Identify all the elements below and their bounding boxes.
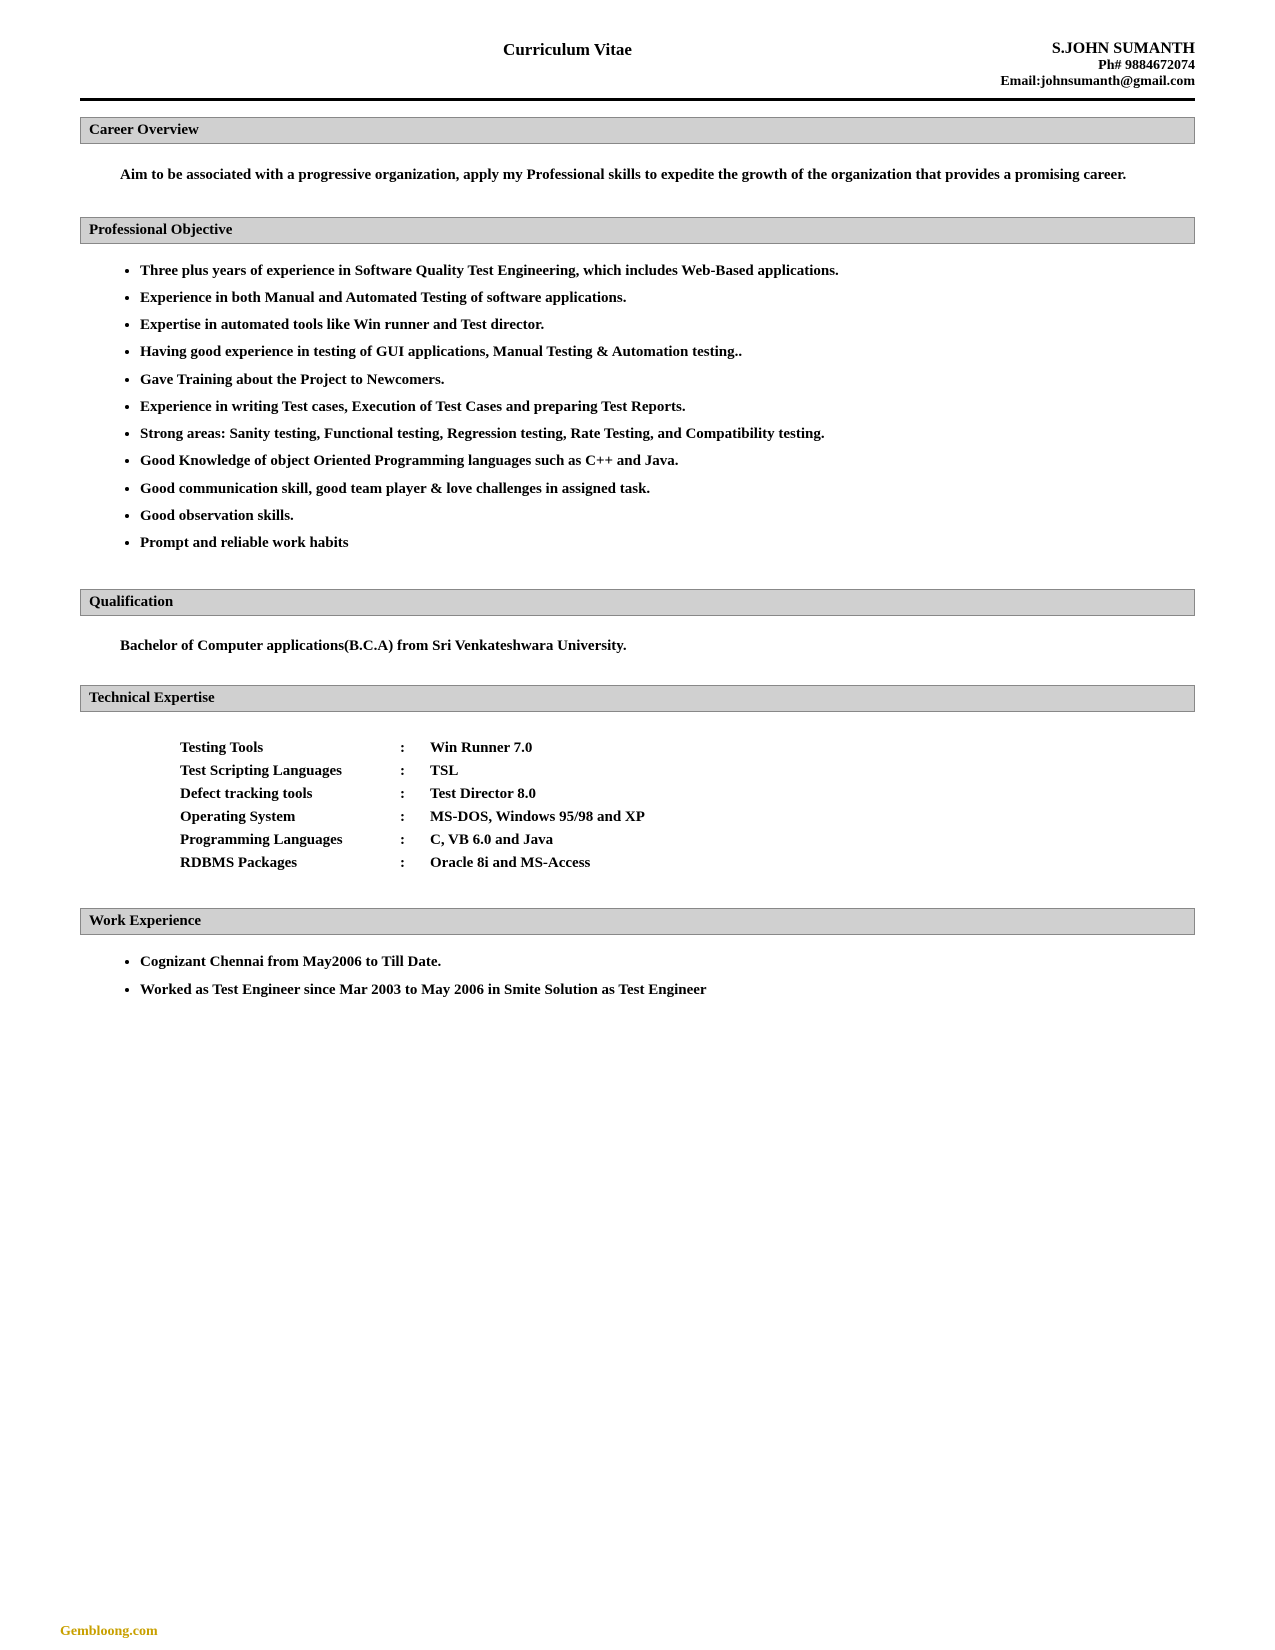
list-item: Gave Training about the Project to Newco… [140,369,1195,392]
list-item: Having good experience in testing of GUI… [140,341,1195,364]
tech-colon: : [400,855,430,872]
tech-colon: : [400,763,430,780]
tech-row: Programming Languages : C, VB 6.0 and Ja… [180,832,1155,849]
professional-objective-list: Three plus years of experience in Softwa… [120,260,1195,556]
list-item: Experience in writing Test cases, Execut… [140,396,1195,419]
tech-colon: : [400,809,430,826]
list-item: Good observation skills. [140,505,1195,528]
candidate-name: S.JOHN SUMANTH [935,40,1195,58]
tech-row: Test Scripting Languages : TSL [180,763,1155,780]
tech-label: Test Scripting Languages [180,763,400,780]
header-left: Curriculum Vitae [80,40,935,60]
tech-row: Defect tracking tools : Test Director 8.… [180,786,1155,803]
technical-expertise-table: Testing Tools : Win Runner 7.0 Test Scrip… [80,724,1195,894]
tech-value: C, VB 6.0 and Java [430,832,553,849]
career-overview-text: Aim to be associated with a progressive … [80,156,1195,203]
list-item: Good communication skill, good team play… [140,478,1195,501]
tech-row: Testing Tools : Win Runner 7.0 [180,740,1155,757]
tech-row: Operating System : MS-DOS, Windows 95/98… [180,809,1155,826]
list-item: Cognizant Chennai from May2006 to Till D… [140,951,1195,974]
list-item: Three plus years of experience in Softwa… [140,260,1195,283]
list-item: Worked as Test Engineer since Mar 2003 t… [140,979,1195,1002]
qualification-section: Qualification Bachelor of Computer appli… [80,589,1195,671]
list-item: Experience in both Manual and Automated … [140,287,1195,310]
tech-label: Defect tracking tools [180,786,400,803]
list-item: Good Knowledge of object Oriented Progra… [140,450,1195,473]
tech-value: Test Director 8.0 [430,786,536,803]
candidate-email: Email:johnsumanth@gmail.com [935,74,1195,90]
work-experience-list: Cognizant Chennai from May2006 to Till D… [120,951,1195,1002]
professional-objective-bullets: Three plus years of experience in Softwa… [80,256,1195,576]
header: Curriculum Vitae S.JOHN SUMANTH Ph# 9884… [80,40,1195,90]
qualification-header: Qualification [80,589,1195,616]
tech-value: MS-DOS, Windows 95/98 and XP [430,809,645,826]
tech-label: Programming Languages [180,832,400,849]
tech-value: Oracle 8i and MS-Access [430,855,590,872]
curriculum-vitae-title: Curriculum Vitae [503,40,632,60]
qualification-text: Bachelor of Computer applications(B.C.A)… [80,628,1195,671]
tech-value: TSL [430,763,458,780]
header-divider [80,98,1195,101]
tech-value: Win Runner 7.0 [430,740,532,757]
technical-expertise-header: Technical Expertise [80,685,1195,712]
work-experience-header: Work Experience [80,908,1195,935]
candidate-phone: Ph# 9884672074 [935,58,1195,74]
list-item: Prompt and reliable work habits [140,532,1195,555]
watermark[interactable]: Gembloong.com [60,1624,158,1640]
watermark-link[interactable]: Gembloong.com [60,1624,158,1639]
header-right: S.JOHN SUMANTH Ph# 9884672074 Email:john… [935,40,1195,90]
tech-label: Testing Tools [180,740,400,757]
tech-label: RDBMS Packages [180,855,400,872]
list-item: Strong areas: Sanity testing, Functional… [140,423,1195,446]
career-overview-section: Career Overview Aim to be associated wit… [80,117,1195,203]
technical-expertise-section: Technical Expertise Testing Tools : Win … [80,685,1195,894]
professional-objective-section: Professional Objective Three plus years … [80,217,1195,576]
work-experience-section: Work Experience Cognizant Chennai from M… [80,908,1195,1022]
tech-colon: : [400,740,430,757]
professional-objective-header: Professional Objective [80,217,1195,244]
work-experience-bullets: Cognizant Chennai from May2006 to Till D… [80,947,1195,1022]
tech-label: Operating System [180,809,400,826]
tech-row: RDBMS Packages : Oracle 8i and MS-Access [180,855,1155,872]
career-overview-header: Career Overview [80,117,1195,144]
tech-colon: : [400,786,430,803]
list-item: Expertise in automated tools like Win ru… [140,314,1195,337]
resume-page: Curriculum Vitae S.JOHN SUMANTH Ph# 9884… [0,0,1275,1650]
tech-colon: : [400,832,430,849]
